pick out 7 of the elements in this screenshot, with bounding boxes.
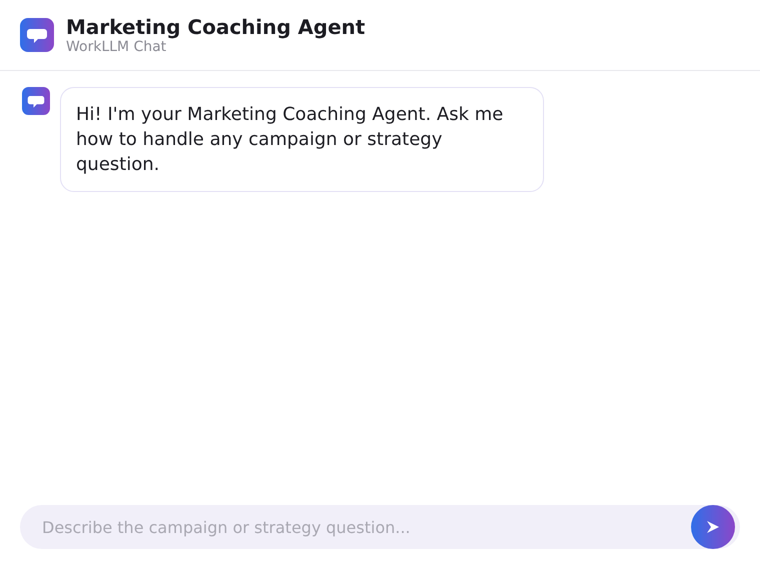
app-logo-icon [20, 18, 54, 52]
agent-avatar-icon [22, 87, 50, 115]
agent-message: Hi! I'm your Marketing Coaching Agent. Ask me how to handle any campaign or strategy question. [60, 87, 544, 192]
message-field[interactable]: Describe the campaign or strategy question... [20, 505, 740, 549]
app-subtitle: WorkLLM Chat [66, 39, 168, 55]
send-icon [706, 520, 720, 534]
app-title: Marketing Coaching Agent [66, 15, 366, 39]
